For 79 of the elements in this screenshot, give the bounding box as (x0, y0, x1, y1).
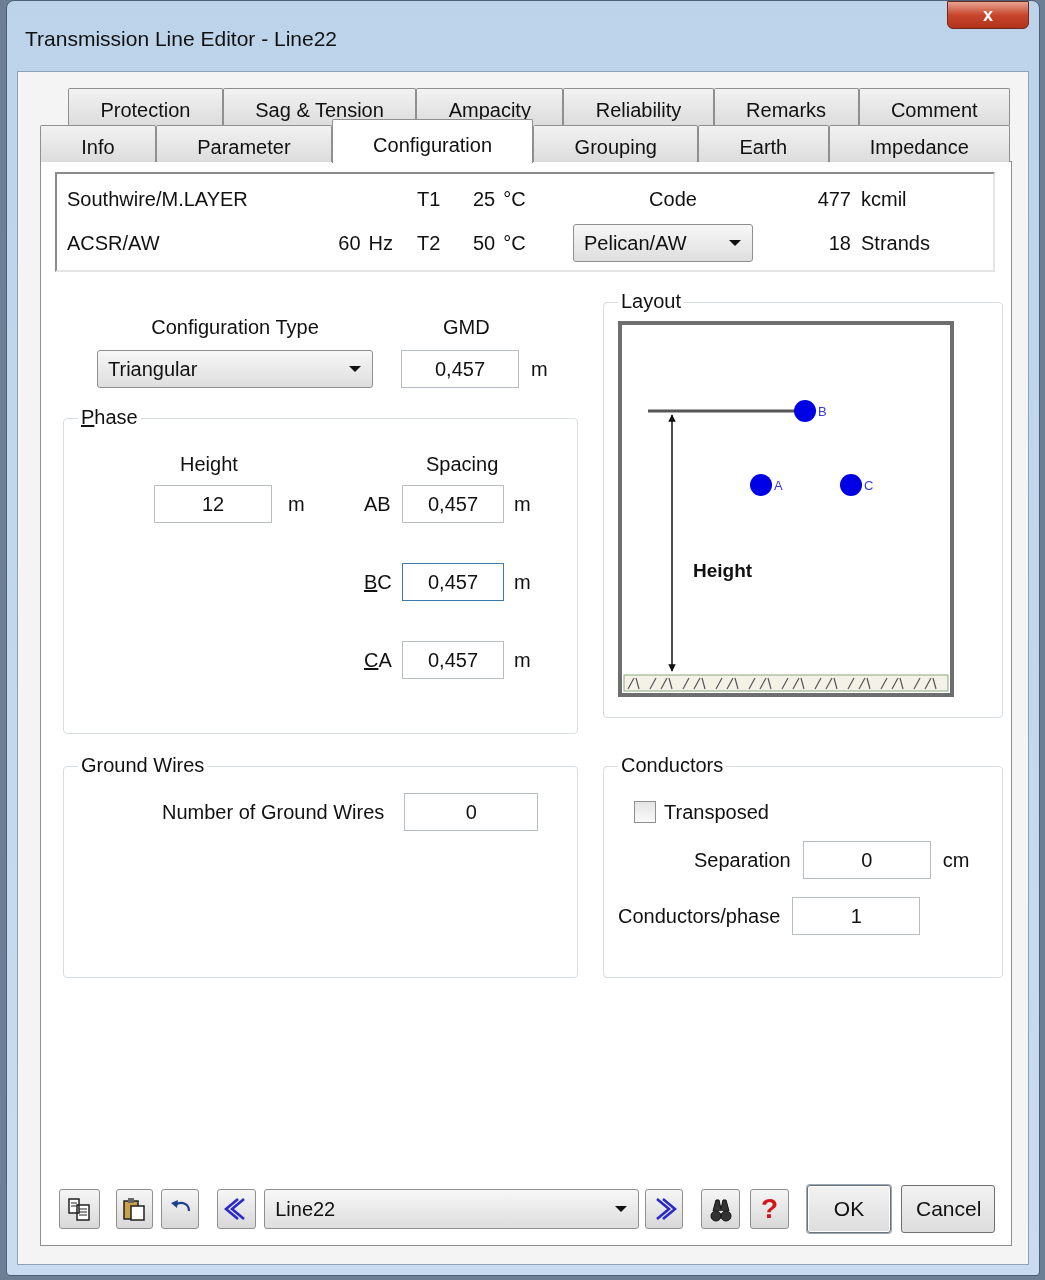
ground-wires-field[interactable]: 0 (404, 793, 539, 831)
ground-wires-label: Number of Ground Wires (162, 800, 385, 825)
spacing-field[interactable]: 0,457 (402, 641, 504, 679)
phase-label: B (818, 404, 827, 419)
unit-label: m (288, 492, 305, 517)
tab[interactable]: Comment (858, 88, 1011, 125)
gmd-field[interactable]: 0,457 (401, 350, 519, 388)
temperature-unit: °C (503, 231, 526, 256)
clipboard-icon (121, 1196, 148, 1222)
strands-unit: Strands (861, 231, 931, 256)
window-title: Transmission Line Editor - Line22 (25, 26, 338, 52)
binoculars-icon (707, 1196, 734, 1222)
tab[interactable]: Remarks (713, 88, 859, 125)
spacing-pair-label: CA (364, 648, 392, 673)
tab[interactable]: Sag & Tension (222, 88, 417, 125)
unit-label: m (514, 492, 531, 517)
caret-icon (348, 365, 362, 373)
separation-field[interactable]: 0 (802, 841, 931, 879)
unit-label: m (514, 648, 531, 673)
conductors-per-phase-label: Conductors/phase (618, 904, 781, 929)
temperature-value: 25 (473, 187, 496, 212)
configuration-type-dropdown[interactable]: Triangular (97, 350, 373, 388)
height-field[interactable]: 12 (154, 485, 272, 523)
undo-button[interactable] (160, 1189, 200, 1229)
dialog-button[interactable]: Cancel (901, 1185, 995, 1233)
strands-value: 18 (827, 231, 852, 256)
spacing-pair-label: BC (364, 570, 392, 595)
transposed-checkbox[interactable] (634, 801, 656, 823)
code-label: Code (648, 187, 698, 212)
frequency-value: 60 (338, 231, 361, 256)
caret-icon (613, 1205, 628, 1213)
spacing-field[interactable]: 0,457 (402, 485, 504, 523)
size-value: 477 (816, 187, 852, 212)
paste-button[interactable] (115, 1189, 153, 1229)
tab[interactable]: Reliability (563, 88, 714, 125)
previous-button[interactable] (217, 1189, 257, 1229)
conductor-dot (794, 400, 816, 422)
conductors-per-phase-field[interactable]: 1 (792, 897, 921, 935)
spacing-label: Spacing (426, 452, 500, 477)
tab[interactable]: Impedance (828, 125, 1011, 162)
transposed-label: Transposed (664, 800, 769, 825)
frequency-unit: Hz (368, 231, 393, 256)
help-button[interactable]: ? (750, 1189, 789, 1229)
height-label: Height (693, 560, 753, 581)
configuration-type-label: Configuration Type (151, 315, 319, 340)
find-button[interactable] (701, 1189, 741, 1229)
temperature-value: 50 (473, 231, 496, 256)
temperature-label: T2 (417, 231, 442, 256)
conductor-dot (840, 474, 862, 496)
manufacturer-text: Southwire/M.LAYER (67, 187, 249, 212)
caret-icon (728, 239, 742, 247)
size-unit: kcmil (861, 187, 908, 212)
tab[interactable]: Grouping (533, 125, 699, 162)
spacing-field[interactable]: 0,457 (402, 563, 504, 601)
conductor-type-text: ACSR/AW (67, 231, 161, 256)
unit-label: cm (942, 848, 970, 873)
gmd-label: GMD (443, 315, 491, 340)
dialog-button[interactable]: OK (807, 1185, 891, 1233)
phase-label: A (774, 478, 783, 493)
separation-label: Separation (694, 848, 791, 873)
phase-label: C (864, 478, 874, 493)
unit-label: m (531, 357, 548, 382)
tab[interactable]: Protection (68, 88, 223, 125)
copy-icon (66, 1196, 93, 1222)
conductor-dot (750, 474, 772, 496)
spacing-pair-label: AB (364, 492, 392, 517)
next-button[interactable] (644, 1189, 684, 1229)
line-dropdown[interactable]: Line22 (264, 1189, 639, 1229)
height-label: Height (180, 452, 239, 477)
code-dropdown[interactable]: Pelican/AW (573, 224, 753, 262)
temperature-unit: °C (503, 187, 526, 212)
tab[interactable]: Configuration (331, 119, 534, 163)
tab[interactable]: Parameter (155, 125, 332, 162)
tab[interactable]: Info (40, 125, 156, 162)
tab[interactable]: Earth (698, 125, 829, 162)
temperature-label: T1 (417, 187, 442, 212)
close-button[interactable]: x (947, 1, 1029, 29)
copy-button[interactable] (59, 1189, 100, 1229)
unit-label: m (514, 570, 531, 595)
